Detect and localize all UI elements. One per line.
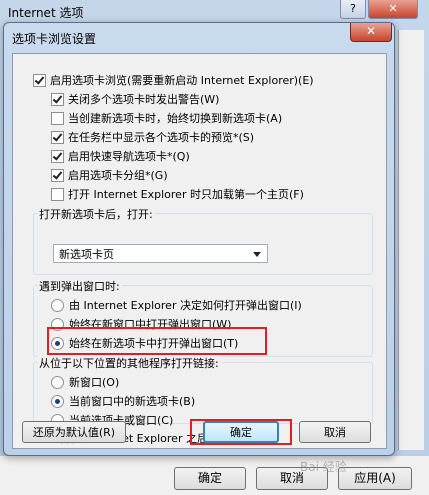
checkbox-box[interactable] bbox=[33, 73, 46, 87]
checkbox-box[interactable] bbox=[51, 187, 64, 201]
enable-tabbed-browsing-checkbox[interactable]: 启用选项卡浏览(需要重新启动 Internet Explorer)(E) bbox=[33, 72, 314, 88]
option-label: 在任务栏中显示各个选项卡的预览*(S) bbox=[68, 131, 255, 144]
restore-defaults-button[interactable]: 还原为默认值(R) bbox=[22, 421, 126, 443]
outer-apply-button[interactable]: 应用(A) bbox=[338, 467, 412, 490]
popup-option-ie-decides[interactable]: 由 Internet Explorer 决定如何打开弹出窗口(I) bbox=[51, 297, 302, 313]
annotation-highlight-popup bbox=[47, 327, 267, 355]
option-tab-groups[interactable]: 启用选项卡分组*(G) bbox=[51, 167, 168, 183]
option-label: 打开 Internet Explorer 时只加载第一个主页(F) bbox=[68, 188, 304, 201]
external-option-new-tab[interactable]: 当前窗口中的新选项卡(B) bbox=[51, 393, 195, 409]
option-label: 启用选项卡分组*(G) bbox=[68, 169, 168, 182]
outer-close-button[interactable]: ✕ bbox=[368, 0, 418, 19]
option-quick-tabs[interactable]: 启用快速导航选项卡*(Q) bbox=[51, 148, 190, 164]
tabbed-browsing-settings-dialog: 选项卡浏览设置 ✕ 启用选项卡浏览(需要重新启动 Internet Explor… bbox=[3, 22, 395, 456]
option-warn-close-multiple[interactable]: 关闭多个选项卡时发出警告(W) bbox=[51, 91, 219, 107]
option-first-home-page[interactable]: 打开 Internet Explorer 时只加载第一个主页(F) bbox=[51, 186, 304, 202]
new-tab-group-label: 打开新选项卡后，打开: bbox=[37, 206, 155, 222]
outer-ok-button[interactable]: 确定 bbox=[174, 467, 246, 490]
checkbox-box[interactable] bbox=[51, 111, 64, 125]
enable-tabbed-browsing-label: 启用选项卡浏览(需要重新启动 Internet Explorer)(E) bbox=[50, 74, 314, 87]
dialog-client-area: 启用选项卡浏览(需要重新启动 Internet Explorer)(E) 关闭多… bbox=[12, 53, 387, 449]
option-switch-new-tab[interactable]: 当创建新选项卡时，始终切换到新选项卡(A) bbox=[51, 110, 282, 126]
option-label: 新窗口(O) bbox=[69, 376, 120, 389]
option-label: 由 Internet Explorer 决定如何打开弹出窗口(I) bbox=[69, 299, 302, 312]
help-button[interactable]: ? bbox=[340, 0, 366, 19]
new-tab-select[interactable]: 新选项卡页 bbox=[53, 244, 268, 263]
annotation-highlight-ok bbox=[190, 419, 292, 445]
checkbox-box[interactable] bbox=[51, 149, 64, 163]
checkbox-box[interactable] bbox=[51, 130, 64, 144]
cancel-button[interactable]: 取消 bbox=[299, 421, 371, 443]
radio-button[interactable] bbox=[51, 394, 64, 408]
option-taskbar-previews[interactable]: 在任务栏中显示各个选项卡的预览*(S) bbox=[51, 129, 254, 145]
outer-settings-panel bbox=[398, 30, 424, 450]
external-links-group-label: 从位于以下位置的其他程序打开链接: bbox=[37, 355, 221, 371]
popup-group-label: 遇到弹出窗口时: bbox=[37, 278, 122, 294]
checkbox-box[interactable] bbox=[51, 168, 64, 182]
option-label: 关闭多个选项卡时发出警告(W) bbox=[68, 93, 220, 106]
option-label: 启用快速导航选项卡*(Q) bbox=[68, 150, 190, 163]
external-option-new-window[interactable]: 新窗口(O) bbox=[51, 374, 119, 390]
radio-button[interactable] bbox=[51, 375, 64, 389]
dialog-title: 选项卡浏览设置 bbox=[12, 32, 97, 46]
new-tab-select-value: 新选项卡页 bbox=[59, 248, 114, 261]
option-label: 当前窗口中的新选项卡(B) bbox=[69, 395, 196, 408]
dialog-close-button[interactable]: ✕ bbox=[350, 23, 392, 42]
option-label: 当创建新选项卡时，始终切换到新选项卡(A) bbox=[68, 112, 283, 125]
chevron-down-icon bbox=[253, 252, 261, 257]
outer-window-title: Internet 选项 bbox=[8, 6, 84, 20]
watermark-logo: Bai 经验 bbox=[300, 460, 347, 474]
checkbox-box[interactable] bbox=[51, 92, 64, 106]
radio-button[interactable] bbox=[51, 298, 64, 312]
